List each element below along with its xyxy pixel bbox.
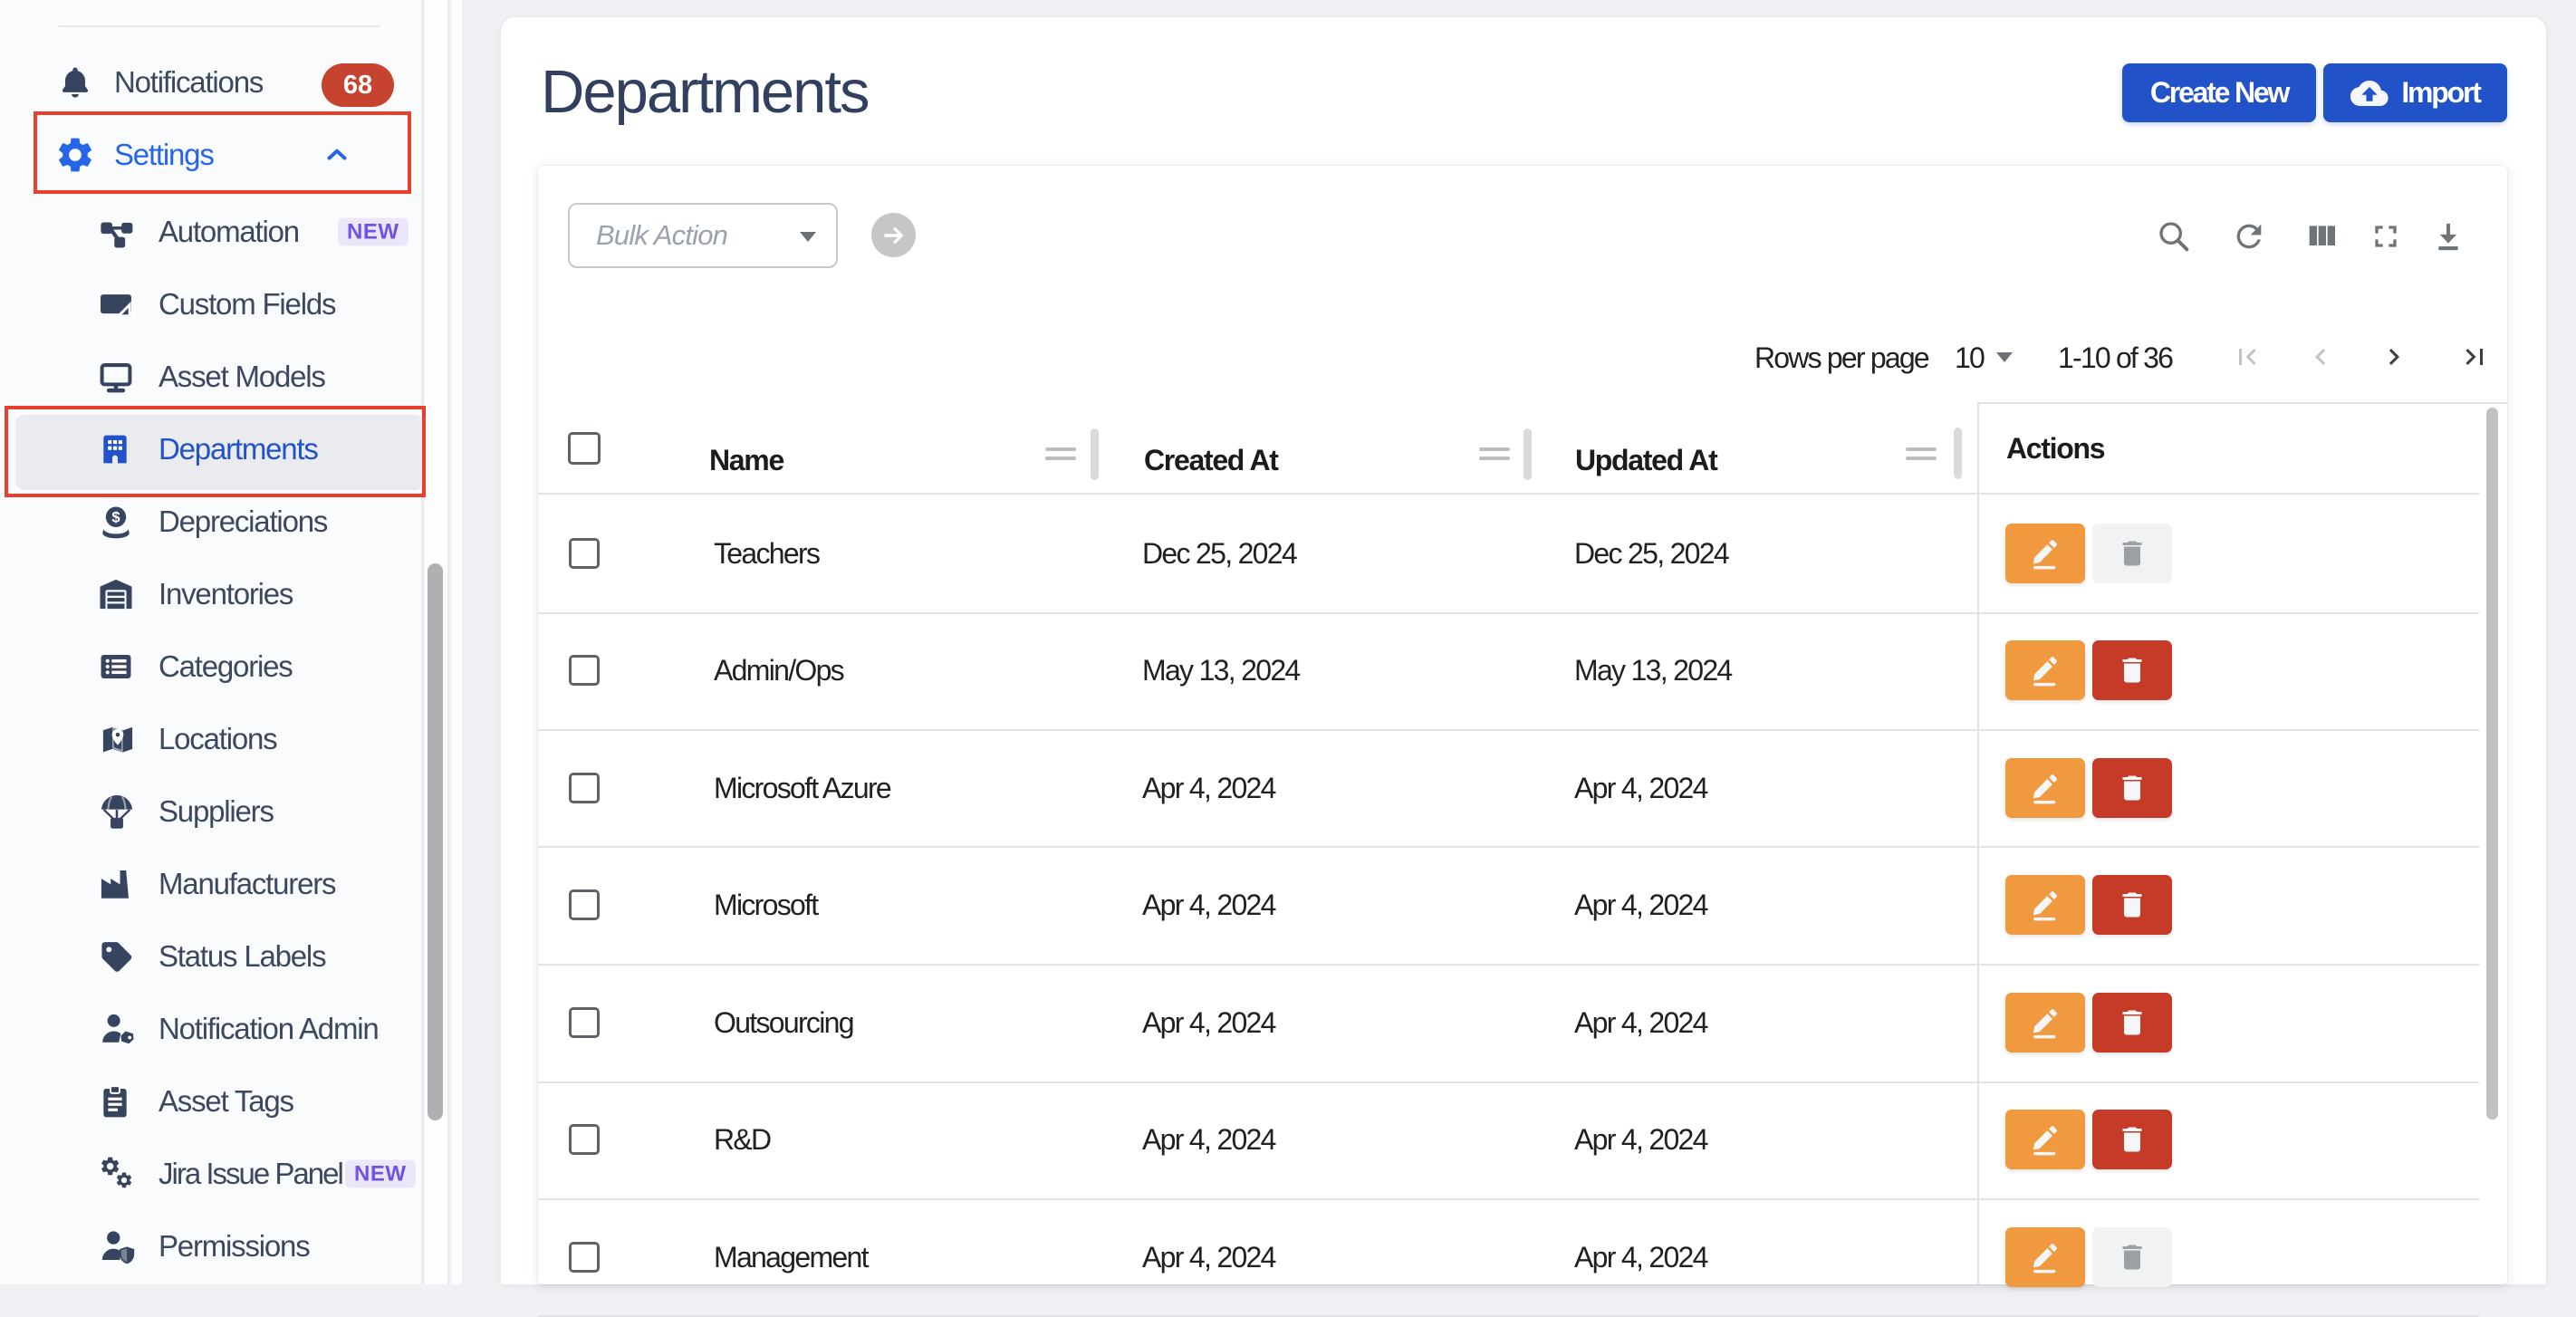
svg-text:$: $ bbox=[111, 509, 120, 526]
